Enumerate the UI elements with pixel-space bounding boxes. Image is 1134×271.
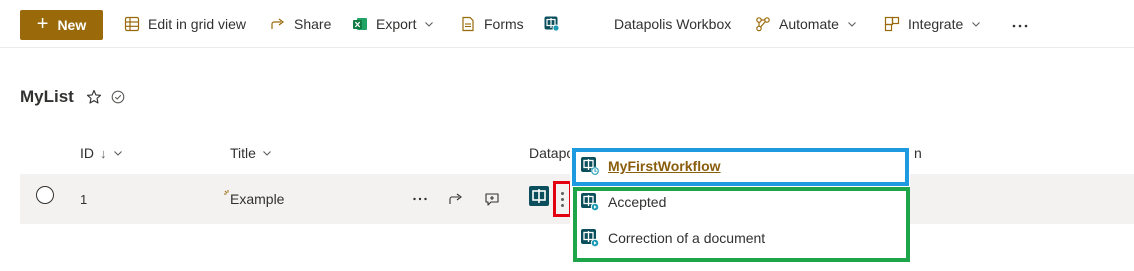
- star-icon[interactable]: [86, 89, 102, 105]
- column-header-title[interactable]: Title: [230, 143, 272, 163]
- chevron-down-icon: [424, 19, 434, 29]
- chevron-down-icon: [262, 148, 272, 158]
- export-button[interactable]: Export: [352, 0, 434, 48]
- chevron-down-icon: [113, 148, 123, 158]
- share-icon: [270, 16, 286, 32]
- flow-icon: [755, 16, 771, 32]
- column-header-partial[interactable]: n: [914, 143, 922, 163]
- menu-item-action[interactable]: Correction of a document: [580, 226, 765, 250]
- sort-descending-icon: ↓: [100, 145, 107, 161]
- more-icon: [1011, 16, 1029, 32]
- integrate-label: Integrate: [908, 16, 964, 32]
- column-partial-label: n: [914, 145, 922, 161]
- plus-icon: +: [36, 13, 49, 35]
- menu-item-label: Correction of a document: [608, 230, 766, 246]
- forms-icon: [460, 16, 476, 32]
- new-button-label: New: [57, 17, 87, 33]
- command-bar: + New Edit in grid view Share Export For…: [0, 0, 1134, 48]
- grid-icon: [124, 16, 140, 32]
- integrate-icon: [884, 16, 900, 32]
- datapolis-workflow-icon: [580, 156, 600, 176]
- cell-title[interactable]: Example: [230, 191, 284, 207]
- automate-label: Automate: [779, 16, 839, 32]
- automate-button[interactable]: Automate: [755, 0, 857, 48]
- datapolis-workbox-button[interactable]: Datapolis Workbox: [614, 0, 731, 48]
- menu-item-action[interactable]: Accepted: [580, 190, 666, 214]
- more-icon[interactable]: [410, 189, 430, 209]
- datapolis-icon[interactable]: [529, 186, 549, 206]
- more-commands-button[interactable]: [1011, 0, 1029, 48]
- column-title-label: Title: [230, 145, 256, 161]
- share-button[interactable]: Share: [270, 0, 331, 48]
- more-vertical-icon: [561, 191, 564, 195]
- row-actions: [410, 189, 518, 209]
- add-comment-icon[interactable]: [482, 189, 502, 209]
- datapolis-action-icon: [580, 192, 600, 212]
- forms-button[interactable]: Forms: [460, 0, 524, 48]
- integrate-button[interactable]: Integrate: [884, 0, 981, 48]
- datapolis-toolbar-icon-button[interactable]: [544, 0, 568, 48]
- column-id-label: ID: [80, 145, 94, 161]
- chevron-down-icon: [847, 19, 857, 29]
- export-label: Export: [376, 16, 417, 32]
- edit-grid-label: Edit in grid view: [148, 16, 247, 32]
- workflow-dropdown-menu: MyFirstWorkflow Accepted Correction of a…: [570, 146, 910, 262]
- cell-id: 1: [80, 192, 88, 207]
- edit-grid-button[interactable]: Edit in grid view: [124, 0, 246, 48]
- new-button[interactable]: + New: [20, 10, 103, 40]
- share-icon[interactable]: [446, 189, 466, 209]
- check-circle-icon[interactable]: [111, 90, 125, 104]
- column-datapolis-label: Datapo: [529, 145, 575, 161]
- column-header-datapolis[interactable]: Datapo: [529, 143, 574, 163]
- row-select-radio[interactable]: [36, 186, 54, 204]
- menu-item-label: MyFirstWorkflow: [608, 158, 721, 174]
- chevron-down-icon: [971, 19, 981, 29]
- page-title: MyList: [20, 87, 74, 106]
- datapolis-workbox-label: Datapolis Workbox: [614, 16, 732, 32]
- column-header-id[interactable]: ID ↓: [80, 143, 123, 163]
- forms-label: Forms: [484, 16, 524, 32]
- page-header: MyList: [20, 85, 134, 109]
- menu-item-label: Accepted: [608, 194, 667, 210]
- menu-item-workflow[interactable]: MyFirstWorkflow: [580, 154, 721, 178]
- datapolis-action-icon: [580, 228, 600, 248]
- excel-icon: [352, 16, 368, 32]
- share-label: Share: [294, 16, 332, 32]
- datapolis-icon: [544, 16, 560, 32]
